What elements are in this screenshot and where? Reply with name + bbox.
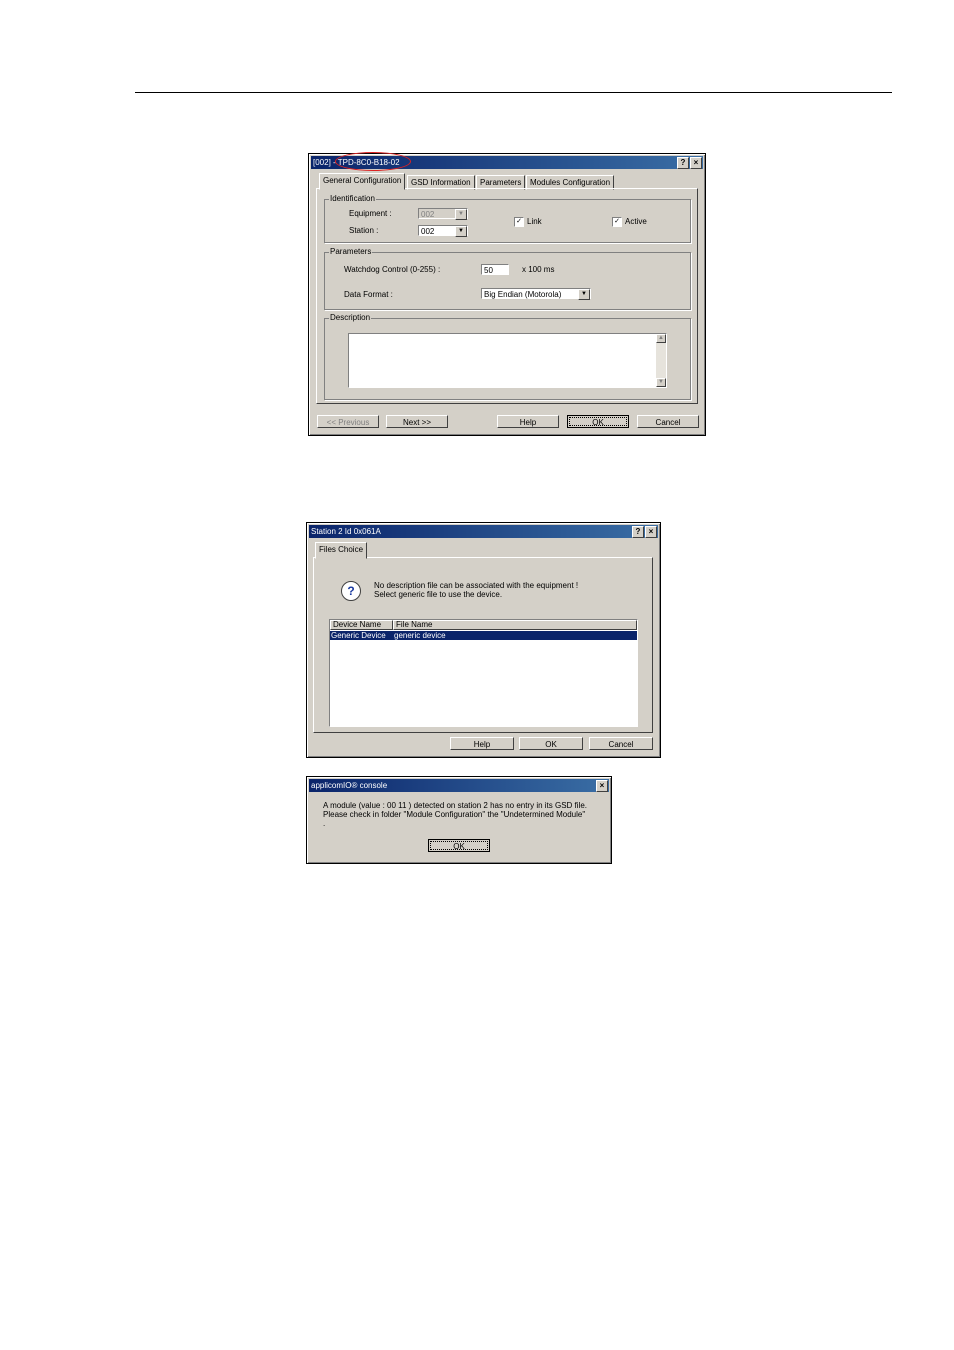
header-rule bbox=[135, 92, 892, 93]
station-value: 002 bbox=[421, 227, 435, 236]
files-choice-dialog: Station 2 Id 0x061A ? × Files Choice ? N… bbox=[306, 522, 661, 758]
cancel-button[interactable]: Cancel bbox=[589, 737, 653, 750]
watchdog-label: Watchdog Control (0-255) : bbox=[344, 265, 441, 274]
scroll-down-icon[interactable]: ▼ bbox=[656, 378, 666, 387]
data-format-label: Data Format : bbox=[344, 290, 393, 299]
cancel-button[interactable]: Cancel bbox=[637, 415, 699, 428]
dialog-titlebar: Station 2 Id 0x061A ? × bbox=[309, 525, 658, 538]
column-header-device-name[interactable]: Device Name bbox=[330, 620, 393, 630]
close-icon[interactable]: × bbox=[690, 157, 702, 169]
data-format-value: Big Endian (Motorola) bbox=[484, 290, 562, 299]
watchdog-input[interactable]: 50 bbox=[481, 264, 509, 275]
ok-button[interactable]: OK bbox=[428, 839, 490, 852]
dialog-title: applicomIO® console bbox=[311, 781, 388, 790]
chevron-down-icon: ▼ bbox=[455, 209, 467, 220]
message-line-2: Select generic file to use the device. bbox=[374, 590, 503, 599]
title-highlight-circle bbox=[335, 152, 411, 171]
parameters-group: Parameters bbox=[324, 247, 691, 310]
active-label: Active bbox=[625, 217, 647, 226]
watchdog-value: 50 bbox=[484, 266, 493, 275]
help-button[interactable]: Help bbox=[497, 415, 559, 428]
description-textarea[interactable]: ▲ ▼ bbox=[348, 333, 667, 388]
close-icon[interactable]: × bbox=[645, 526, 657, 538]
dialog-titlebar: applicomIO® console × bbox=[309, 779, 609, 792]
help-icon[interactable]: ? bbox=[632, 526, 644, 538]
dialog-title: Station 2 Id 0x061A bbox=[311, 527, 381, 536]
message-line-3: . bbox=[323, 819, 326, 828]
console-message-dialog: applicomIO® console × A module (value : … bbox=[306, 776, 612, 864]
chevron-down-icon[interactable]: ▼ bbox=[578, 289, 590, 300]
scroll-up-icon[interactable]: ▲ bbox=[656, 334, 666, 343]
chevron-down-icon[interactable]: ▼ bbox=[455, 226, 467, 237]
question-icon: ? bbox=[341, 581, 361, 601]
equipment-value: 002 bbox=[421, 210, 435, 219]
description-scrollbar[interactable]: ▲ ▼ bbox=[656, 334, 666, 387]
tab-files-choice[interactable]: Files Choice bbox=[315, 542, 368, 559]
close-icon[interactable]: × bbox=[596, 780, 608, 792]
ok-button[interactable]: OK bbox=[567, 415, 629, 428]
message-line-2: Please check in folder "Module Configura… bbox=[323, 810, 586, 819]
description-legend: Description bbox=[329, 313, 372, 322]
identification-legend: Identification bbox=[329, 194, 376, 203]
parameters-legend: Parameters bbox=[329, 247, 373, 256]
active-checkbox[interactable]: ✓ bbox=[612, 217, 622, 227]
message-line-1: A module (value : 00 11 ) detected on st… bbox=[323, 801, 587, 810]
watchdog-unit: x 100 ms bbox=[522, 265, 555, 274]
station-config-dialog: [002] - TPD-8C0-B18-02 ? × General Confi… bbox=[308, 153, 706, 436]
equipment-label: Equipment : bbox=[349, 209, 392, 218]
help-button[interactable]: Help bbox=[450, 737, 514, 750]
files-listview[interactable]: Device Name File Name Generic Device gen… bbox=[329, 619, 638, 727]
data-format-select[interactable]: Big Endian (Motorola) ▼ bbox=[481, 288, 591, 300]
column-header-file-name[interactable]: File Name bbox=[393, 620, 637, 630]
tab-general-configuration[interactable]: General Configuration bbox=[319, 173, 406, 190]
help-icon[interactable]: ? bbox=[677, 157, 689, 169]
file-name-cell: generic device bbox=[394, 631, 446, 640]
station-label: Station : bbox=[349, 226, 379, 235]
previous-button[interactable]: << Previous bbox=[317, 415, 379, 428]
device-name-cell: Generic Device bbox=[331, 631, 386, 640]
list-item[interactable]: Generic Device generic device bbox=[330, 631, 637, 640]
link-checkbox[interactable]: ✓ bbox=[514, 217, 524, 227]
link-label: Link bbox=[527, 217, 542, 226]
equipment-select: 002 ▼ bbox=[418, 208, 468, 220]
ok-button[interactable]: OK bbox=[519, 737, 583, 750]
next-button[interactable]: Next >> bbox=[386, 415, 448, 428]
message-line-1: No description file can be associated wi… bbox=[374, 581, 579, 590]
station-select[interactable]: 002 ▼ bbox=[418, 225, 468, 237]
